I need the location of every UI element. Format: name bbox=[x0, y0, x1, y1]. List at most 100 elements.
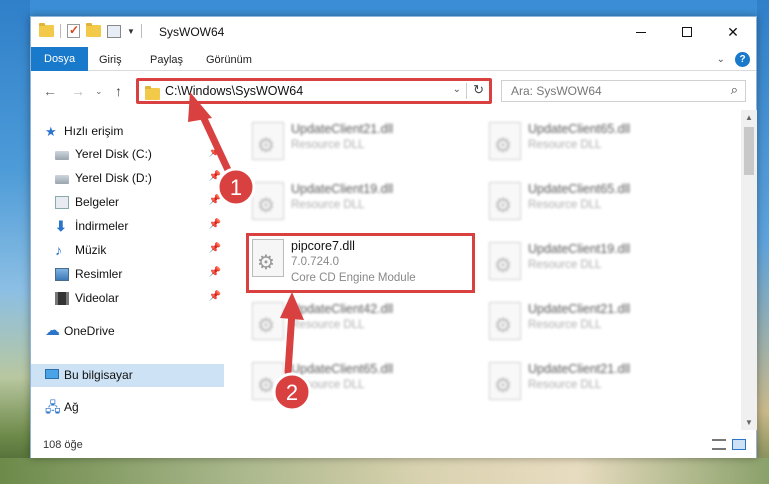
address-bar[interactable]: C:\Windows\SysWOW64 ⌄ ↻ bbox=[136, 78, 492, 104]
file-tile[interactable]: UpdateClient19.dll Resource DLL bbox=[246, 176, 472, 234]
forward-arrow-icon[interactable]: → bbox=[71, 83, 85, 99]
file-description: Resource DLL bbox=[291, 139, 365, 151]
sidebar-item-local-disk-d[interactable]: Yerel Disk (D:) 📌 bbox=[31, 167, 224, 190]
refresh-icon[interactable]: ↻ bbox=[473, 82, 484, 98]
details-view-icon[interactable] bbox=[712, 439, 726, 450]
scrollbar-thumb[interactable] bbox=[744, 127, 754, 175]
sidebar-item-local-disk-c[interactable]: Yerel Disk (C:) 📌 bbox=[31, 143, 224, 166]
file-tile-selected[interactable]: pipcore7.dll 7.0.724.0 Core CD Engine Mo… bbox=[246, 233, 475, 293]
chevron-down-icon[interactable]: ⌄ bbox=[453, 84, 461, 95]
file-tile[interactable]: UpdateClient19.dll Resource DLL bbox=[483, 236, 709, 294]
sidebar-item-network[interactable]: 🖧 Ağ bbox=[31, 396, 224, 419]
up-arrow-icon[interactable]: ↑ bbox=[115, 83, 122, 99]
dll-file-icon bbox=[489, 362, 521, 400]
properties-icon[interactable] bbox=[67, 23, 80, 38]
close-button[interactable]: ✕ bbox=[710, 17, 756, 47]
file-description: Resource DLL bbox=[528, 199, 602, 211]
videos-icon bbox=[55, 292, 69, 305]
pin-icon[interactable]: 📌 bbox=[209, 147, 221, 158]
ribbon-tabs: Dosya Giriş Paylaş Görünüm ⌄ ? bbox=[31, 47, 756, 71]
sidebar-item-onedrive[interactable]: ☁ OneDrive bbox=[31, 320, 224, 343]
maximize-icon bbox=[682, 27, 692, 37]
file-tile[interactable]: UpdateClient42.dll Resource DLL bbox=[246, 296, 472, 354]
tab-file[interactable]: Dosya bbox=[31, 47, 89, 71]
sidebar-item-pictures[interactable]: Resimler 📌 bbox=[31, 263, 224, 286]
scroll-down-icon[interactable]: ▼ bbox=[745, 418, 753, 427]
file-name: UpdateClient65.dll bbox=[528, 122, 631, 136]
scroll-up-icon[interactable]: ▲ bbox=[745, 113, 753, 122]
dll-file-icon bbox=[252, 182, 284, 220]
tab-view[interactable]: Görünüm bbox=[196, 50, 262, 71]
back-arrow-icon[interactable]: ← bbox=[43, 83, 57, 99]
pin-icon[interactable]: 📌 bbox=[209, 291, 221, 302]
file-tile[interactable]: UpdateClient21.dll Resource DLL bbox=[246, 116, 472, 174]
documents-icon bbox=[55, 196, 69, 209]
file-tile[interactable]: UpdateClient21.dll Resource DLL bbox=[483, 356, 709, 414]
rename-icon[interactable] bbox=[107, 24, 121, 38]
sidebar-item-label: Yerel Disk (D:) bbox=[75, 171, 152, 185]
file-description: Resource DLL bbox=[528, 379, 602, 391]
file-description: Resource DLL bbox=[528, 319, 602, 331]
file-tile[interactable]: UpdateClient65.dll Resource DLL bbox=[483, 176, 709, 234]
sidebar-item-downloads[interactable]: ⬇ İndirmeler 📌 bbox=[31, 215, 224, 238]
pin-icon[interactable]: 📌 bbox=[209, 195, 221, 206]
file-tile[interactable]: UpdateClient65.dll Resource DLL bbox=[246, 356, 472, 414]
search-placeholder: Ara: SysWOW64 bbox=[511, 84, 602, 98]
search-input[interactable]: Ara: SysWOW64 ⌕ bbox=[501, 80, 746, 102]
status-bar: 108 öğe bbox=[31, 430, 756, 458]
star-icon: ★ bbox=[45, 124, 57, 139]
chevron-down-icon[interactable]: ⌄ bbox=[717, 54, 725, 65]
sidebar-item-label: Resimler bbox=[75, 267, 123, 281]
customize-toolbar-icon[interactable]: ▼ bbox=[127, 27, 135, 36]
file-name: UpdateClient21.dll bbox=[528, 302, 631, 316]
pin-icon[interactable]: 📌 bbox=[209, 267, 221, 278]
folder-icon bbox=[145, 86, 160, 100]
sidebar-item-label: Hızlı erişim bbox=[64, 124, 124, 138]
sidebar-item-label: Ağ bbox=[64, 400, 79, 414]
folder-icon bbox=[39, 23, 54, 37]
large-icons-view-icon[interactable] bbox=[732, 439, 746, 450]
tab-home[interactable]: Giriş bbox=[89, 50, 132, 71]
dll-file-icon bbox=[252, 239, 284, 277]
sidebar-item-music[interactable]: ♪ Müzik 📌 bbox=[31, 239, 224, 262]
pin-icon[interactable]: 📌 bbox=[209, 219, 221, 230]
file-description: Resource DLL bbox=[528, 139, 602, 151]
sidebar-item-quick-access[interactable]: ★ Hızlı erişim bbox=[31, 120, 224, 143]
file-description: Core CD Engine Module bbox=[291, 272, 416, 284]
maximize-button[interactable] bbox=[664, 17, 710, 47]
minimize-button[interactable] bbox=[618, 17, 664, 47]
tab-share[interactable]: Paylaş bbox=[140, 50, 193, 71]
file-name: UpdateClient65.dll bbox=[291, 362, 394, 376]
desktop-wallpaper bbox=[0, 0, 30, 484]
file-version: 7.0.724.0 bbox=[291, 256, 339, 268]
file-description: Resource DLL bbox=[291, 319, 365, 331]
file-name: UpdateClient65.dll bbox=[528, 182, 631, 196]
vertical-scrollbar[interactable]: ▲ ▼ bbox=[741, 110, 757, 430]
recent-locations-icon[interactable]: ⌄ bbox=[95, 86, 103, 97]
dll-file-icon bbox=[489, 242, 521, 280]
file-description: Resource DLL bbox=[291, 379, 365, 391]
drive-icon bbox=[55, 151, 69, 160]
dll-file-icon bbox=[252, 122, 284, 160]
sidebar-item-videos[interactable]: Videolar 📌 bbox=[31, 287, 224, 310]
file-tile[interactable]: UpdateClient21.dll Resource DLL bbox=[483, 296, 709, 354]
window-title: SysWOW64 bbox=[159, 25, 225, 39]
dll-file-icon bbox=[489, 122, 521, 160]
pin-icon[interactable]: 📌 bbox=[209, 171, 221, 182]
ribbon-controls: ⌄ ? bbox=[717, 52, 750, 67]
sidebar-item-documents[interactable]: Belgeler 📌 bbox=[31, 191, 224, 214]
separator bbox=[466, 83, 467, 99]
sidebar-item-label: İndirmeler bbox=[75, 219, 129, 233]
file-name: UpdateClient21.dll bbox=[291, 122, 394, 136]
music-icon: ♪ bbox=[55, 242, 62, 258]
file-name: UpdateClient42.dll bbox=[291, 302, 394, 316]
help-icon[interactable]: ? bbox=[735, 52, 750, 67]
desktop-wallpaper bbox=[757, 0, 769, 484]
pin-icon[interactable]: 📌 bbox=[209, 243, 221, 254]
file-tile[interactable]: UpdateClient65.dll Resource DLL bbox=[483, 116, 709, 174]
sidebar-item-this-pc[interactable]: Bu bilgisayar bbox=[31, 364, 224, 387]
cloud-icon: ☁ bbox=[45, 322, 60, 339]
new-folder-icon[interactable] bbox=[86, 23, 101, 37]
search-icon: ⌕ bbox=[730, 82, 738, 97]
file-name: UpdateClient19.dll bbox=[528, 242, 631, 256]
